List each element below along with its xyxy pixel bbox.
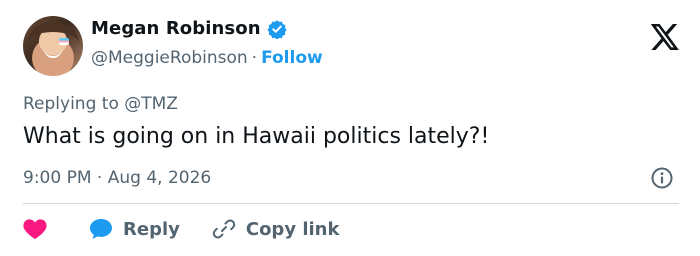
tweet-text: What is going on in Hawaii politics late… (23, 124, 490, 149)
avatar-hair (27, 22, 79, 66)
link-icon (212, 219, 236, 239)
tweet-date: Aug 4, 2026 (107, 168, 212, 188)
tweet-time: 9:00 PM (23, 168, 92, 188)
reply-context: Replying to @TMZ (23, 94, 178, 114)
verified-badge-icon (267, 19, 287, 39)
tweet-actions: Reply Copy link (23, 214, 339, 244)
heart-icon (23, 219, 47, 239)
like-button[interactable] (23, 218, 47, 240)
reply-button[interactable]: Reply (89, 218, 180, 240)
author-handle[interactable]: @MeggieRobinson (91, 48, 248, 68)
reply-context-mention[interactable]: @TMZ (124, 94, 178, 114)
reply-bubble-icon (90, 219, 112, 239)
follow-button[interactable]: Follow (261, 48, 323, 68)
reply-label: Reply (123, 218, 180, 240)
timestamp-separator: · (96, 168, 103, 188)
avatar-flag-decoration (59, 38, 69, 45)
info-icon[interactable] (650, 166, 674, 190)
tweet-timestamp[interactable]: 9:00 PM · Aug 4, 2026 (23, 168, 211, 188)
author-name-line: Megan Robinson (91, 18, 287, 39)
handle-separator: · (251, 48, 258, 68)
divider (23, 203, 679, 204)
tweet-header: Megan Robinson @MeggieRobinson · Follow (23, 16, 679, 78)
x-logo-icon[interactable] (651, 24, 679, 50)
reply-context-prefix: Replying to (23, 94, 119, 114)
author-handle-line: @MeggieRobinson · Follow (91, 48, 323, 68)
copy-link-label: Copy link (245, 218, 340, 240)
avatar[interactable] (23, 16, 83, 76)
author-name[interactable]: Megan Robinson (91, 18, 261, 39)
copy-link-button[interactable]: Copy link (212, 217, 340, 241)
